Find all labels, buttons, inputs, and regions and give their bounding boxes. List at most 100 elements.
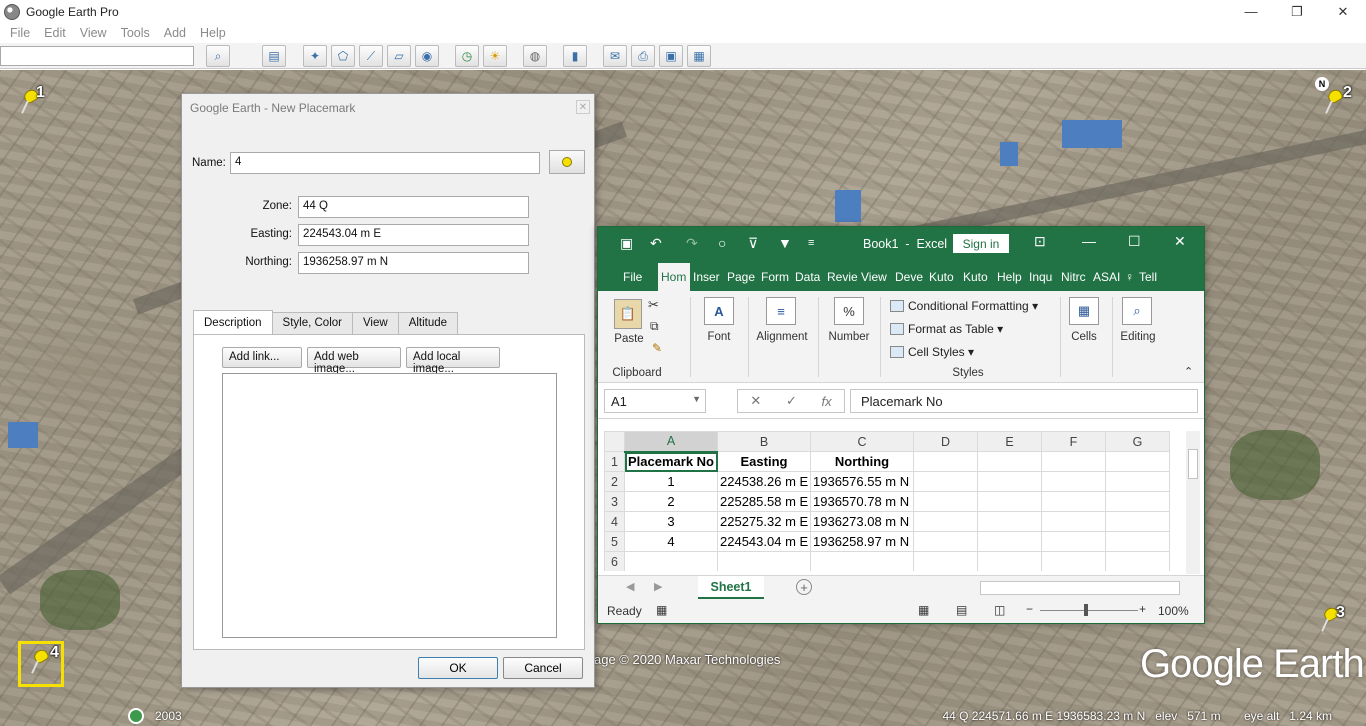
number-label[interactable]: Number xyxy=(824,331,874,343)
add-sheet-icon[interactable]: + xyxy=(796,579,812,595)
clear-filter-icon[interactable]: ⊽ xyxy=(748,235,758,252)
cell[interactable]: 224538.26 m E xyxy=(717,471,811,492)
alignment-label[interactable]: Alignment xyxy=(750,331,814,343)
cancel-button[interactable]: Cancel xyxy=(503,657,583,679)
tab-view[interactable]: View xyxy=(351,312,399,334)
cell[interactable] xyxy=(977,451,1042,472)
select-all-corner[interactable] xyxy=(604,431,625,452)
cell[interactable] xyxy=(913,531,978,552)
column-header[interactable]: G xyxy=(1105,431,1170,452)
zoom-out-icon[interactable]: − xyxy=(1026,602,1033,616)
cell[interactable]: 224543.04 m E xyxy=(717,531,811,552)
tab-asap[interactable]: ASAI xyxy=(1090,270,1122,291)
cells-icon[interactable]: ▦ xyxy=(1069,297,1099,325)
tab-page-layout[interactable]: Page xyxy=(724,270,758,291)
cell[interactable]: 2 xyxy=(624,491,718,512)
redo-icon[interactable]: ↷ xyxy=(686,235,698,252)
cell[interactable]: 1936258.97 m N xyxy=(810,531,914,552)
formula-input[interactable]: Placemark No xyxy=(850,389,1198,413)
view-in-maps-icon[interactable]: ▦ xyxy=(687,45,711,67)
sign-in-button[interactable]: Sign in xyxy=(953,234,1009,253)
spreadsheet-grid[interactable]: A B C D E F G 1 Placemark No Easting Nor… xyxy=(604,431,1182,571)
historical-imagery-icon[interactable]: ◷ xyxy=(455,45,479,67)
tab-developer[interactable]: Deve xyxy=(892,270,926,291)
cell[interactable]: 1936576.55 m N xyxy=(810,471,914,492)
add-overlay-icon[interactable]: ▱ xyxy=(387,45,411,67)
cell[interactable]: 225275.32 m E xyxy=(717,511,811,532)
cell[interactable] xyxy=(1041,511,1106,532)
tab-nitro[interactable]: Nitrc xyxy=(1058,270,1090,291)
restore-icon[interactable]: ❐ xyxy=(1274,0,1320,23)
enter-entry-icon[interactable]: ✓ xyxy=(786,393,797,409)
zone-field[interactable]: 44 Q xyxy=(298,196,529,218)
minimize-icon[interactable]: — xyxy=(1082,233,1096,249)
tab-file[interactable]: File xyxy=(620,270,658,291)
font-icon[interactable]: A xyxy=(704,297,734,325)
cell[interactable] xyxy=(1105,451,1170,472)
alignment-icon[interactable]: ≡ xyxy=(766,297,796,325)
tab-help[interactable]: Help xyxy=(994,270,1026,291)
email-icon[interactable]: ✉ xyxy=(603,45,627,67)
close-icon[interactable]: ✕ xyxy=(1320,0,1366,23)
placemark-icon-button[interactable] xyxy=(549,150,585,174)
add-web-image-button[interactable]: Add web image... xyxy=(307,347,401,375)
zoom-slider[interactable] xyxy=(1040,610,1138,611)
menu-tools[interactable]: Tools xyxy=(121,26,150,40)
insert-function-icon[interactable]: fx xyxy=(822,394,832,409)
cell[interactable] xyxy=(977,511,1042,532)
menu-view[interactable]: View xyxy=(80,26,107,40)
cell[interactable] xyxy=(977,551,1042,571)
tab-tell-me[interactable]: Tell xyxy=(1136,270,1166,291)
row-header[interactable]: 2 xyxy=(604,471,625,492)
column-header[interactable]: A xyxy=(624,431,718,453)
add-path-icon[interactable]: ⟋ xyxy=(359,45,383,67)
tab-inquire[interactable]: Inqu xyxy=(1026,270,1058,291)
cell-a1[interactable]: Placemark No xyxy=(624,451,718,472)
page-break-view-icon[interactable]: ◫ xyxy=(994,603,1005,617)
cell[interactable] xyxy=(1105,471,1170,492)
cell[interactable] xyxy=(1105,511,1170,532)
menu-help[interactable]: Help xyxy=(200,26,226,40)
page-layout-view-icon[interactable]: ▤ xyxy=(956,603,967,617)
font-label[interactable]: Font xyxy=(702,331,736,343)
tab-data[interactable]: Data xyxy=(792,270,824,291)
menu-file[interactable]: File xyxy=(10,26,30,40)
row-header[interactable]: 6 xyxy=(604,551,625,571)
cell[interactable] xyxy=(1041,531,1106,552)
number-format-icon[interactable]: % xyxy=(834,297,864,325)
cell[interactable] xyxy=(1041,491,1106,512)
maximize-icon[interactable]: ☐ xyxy=(1128,233,1141,250)
cancel-entry-icon[interactable]: ✕ xyxy=(750,393,761,409)
cell[interactable] xyxy=(977,491,1042,512)
collapse-ribbon-icon[interactable]: ⌃ xyxy=(1184,365,1193,378)
sidebar-toggle-icon[interactable]: ▤ xyxy=(262,45,286,67)
horizontal-scrollbar[interactable] xyxy=(980,581,1180,595)
ribbon-display-icon[interactable]: ⊡ xyxy=(1034,233,1046,250)
cell[interactable] xyxy=(913,491,978,512)
planets-icon[interactable]: ◍ xyxy=(523,45,547,67)
cell-c1[interactable]: Northing xyxy=(810,451,914,472)
ok-button[interactable]: OK xyxy=(418,657,498,679)
record-tour-icon[interactable]: ◉ xyxy=(415,45,439,67)
cell[interactable]: 1936273.08 m N xyxy=(810,511,914,532)
cell[interactable] xyxy=(624,551,718,571)
prev-sheet-icon[interactable]: ◀ xyxy=(626,580,634,593)
normal-view-icon[interactable]: ▦ xyxy=(918,603,929,617)
scroll-thumb[interactable] xyxy=(1188,449,1198,479)
row-header[interactable]: 1 xyxy=(604,451,625,472)
column-header[interactable]: D xyxy=(913,431,978,452)
close-icon[interactable]: ✕ xyxy=(1174,233,1186,250)
cell[interactable] xyxy=(1041,551,1106,571)
paste-label[interactable]: Paste xyxy=(612,333,646,345)
search-icon[interactable]: ⌕ xyxy=(206,45,230,67)
cell[interactable] xyxy=(1105,551,1170,571)
zoom-in-icon[interactable]: + xyxy=(1139,602,1146,616)
menu-add[interactable]: Add xyxy=(164,26,186,40)
tab-kutools-plus[interactable]: Kuto xyxy=(960,270,994,291)
tab-insert[interactable]: Inser xyxy=(690,270,724,291)
sheet-tab-sheet1[interactable]: Sheet1 xyxy=(698,576,764,599)
format-as-table-button[interactable]: Format as Table ▾ xyxy=(890,322,1003,336)
row-header[interactable]: 5 xyxy=(604,531,625,552)
column-header[interactable]: B xyxy=(717,431,811,452)
tab-style-color[interactable]: Style, Color xyxy=(271,312,353,334)
